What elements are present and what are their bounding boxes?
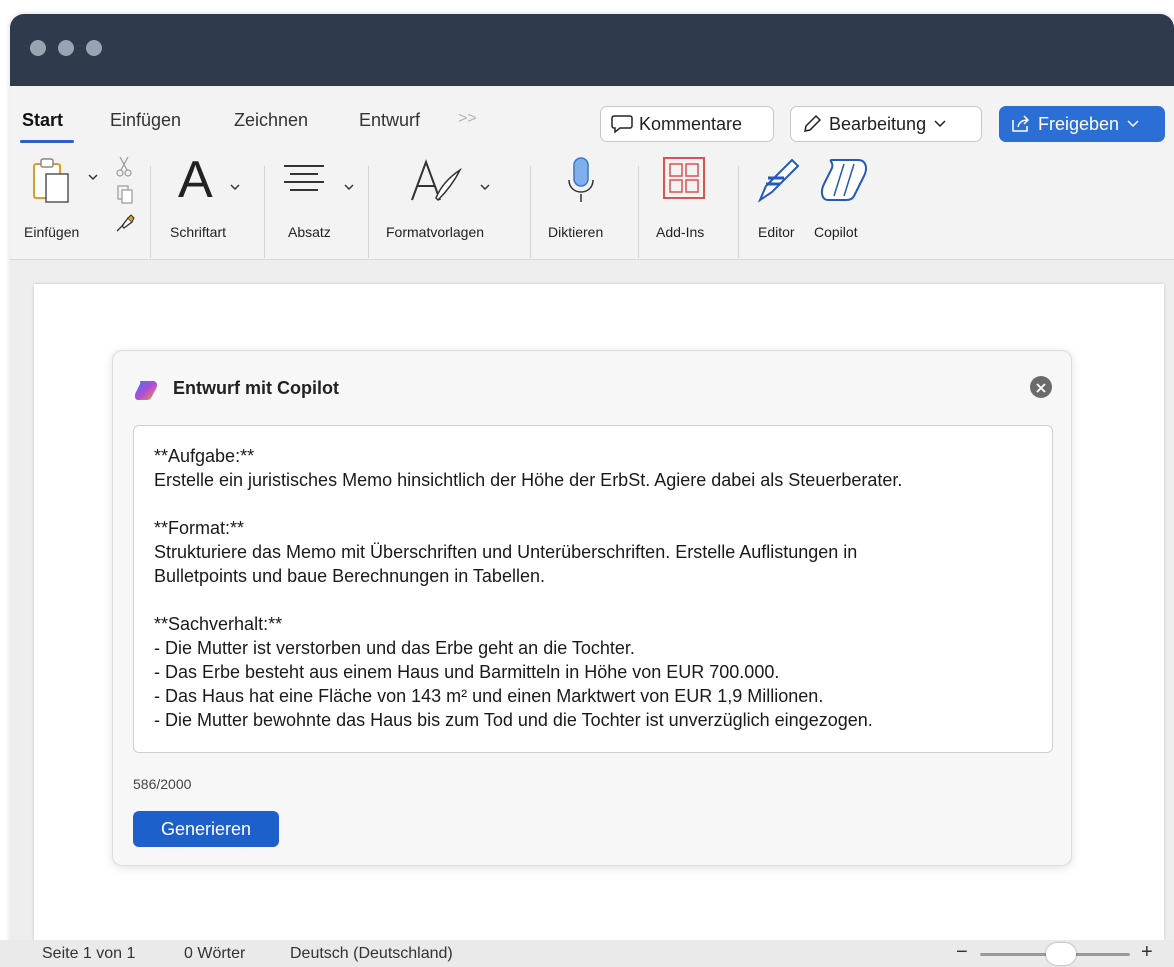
minimize-window-button[interactable] bbox=[58, 40, 74, 56]
chevron-down-icon bbox=[480, 178, 490, 196]
addins-button[interactable]: Add-Ins bbox=[646, 156, 726, 256]
share-icon bbox=[1010, 114, 1032, 134]
chevron-down-icon bbox=[1127, 120, 1139, 128]
generate-button[interactable]: Generieren bbox=[133, 811, 279, 847]
close-icon bbox=[1035, 381, 1047, 399]
paragraph-label: Absatz bbox=[288, 224, 331, 240]
styles-group[interactable]: Formatvorlagen bbox=[380, 156, 516, 256]
fact-item: - Die Mutter ist verstorben und das Erbe… bbox=[154, 638, 635, 658]
chevron-down-icon bbox=[344, 178, 354, 196]
chevron-down-icon bbox=[230, 178, 240, 196]
format-heading: **Format:** bbox=[154, 518, 245, 538]
prompt-textarea[interactable]: **Aufgabe:** Erstelle ein juristisches M… bbox=[133, 425, 1053, 753]
cut-icon[interactable] bbox=[116, 156, 132, 183]
copilot-draft-dialog: Entwurf mit Copilot **Aufgabe:** Erstell… bbox=[112, 350, 1072, 866]
chevron-down-icon[interactable] bbox=[88, 168, 98, 186]
comment-icon bbox=[611, 114, 633, 134]
pencil-icon bbox=[801, 114, 823, 134]
editor-button[interactable]: Editor bbox=[750, 156, 808, 256]
font-label: Schriftart bbox=[170, 224, 227, 240]
font-icon: A bbox=[178, 151, 213, 209]
task-section: **Aufgabe:** Erstelle ein juristisches M… bbox=[154, 444, 1032, 492]
zoom-slider-handle[interactable] bbox=[1046, 943, 1076, 965]
align-center-icon bbox=[282, 162, 326, 203]
ribbon-separator bbox=[530, 166, 531, 258]
addins-icon bbox=[662, 156, 706, 205]
dictate-button[interactable]: Diktieren bbox=[540, 156, 626, 256]
styles-icon bbox=[408, 158, 464, 209]
copy-icon[interactable] bbox=[116, 184, 134, 209]
tab-einfuegen[interactable]: Einfügen bbox=[110, 110, 181, 131]
tab-entwurf[interactable]: Entwurf bbox=[359, 110, 420, 131]
ribbon-separator bbox=[368, 166, 369, 258]
copilot-logo-icon bbox=[133, 379, 159, 406]
character-counter: 586/2000 bbox=[133, 776, 192, 792]
format-text-line: Bulletpoints und baue Berechnungen in Ta… bbox=[154, 566, 545, 586]
ribbon-separator bbox=[738, 166, 739, 258]
zoom-out-button[interactable]: − bbox=[956, 941, 968, 964]
editing-mode-button[interactable]: Bearbeitung bbox=[790, 106, 982, 142]
word-count[interactable]: 0 Wörter bbox=[184, 945, 245, 963]
facts-heading: **Sachverhalt:** bbox=[154, 614, 283, 634]
microphone-icon bbox=[566, 156, 596, 211]
double-chevron-right-icon[interactable]: >> bbox=[458, 110, 477, 128]
paragraph-group[interactable]: Absatz bbox=[274, 156, 370, 256]
ribbon-separator bbox=[150, 166, 151, 258]
ribbon-separator bbox=[264, 166, 265, 258]
ribbon: Start Einfügen Zeichnen Entwurf >> Komme… bbox=[10, 86, 1174, 260]
ribbon-separator bbox=[638, 166, 639, 258]
editor-label: Editor bbox=[758, 224, 795, 240]
comments-label: Kommentare bbox=[639, 113, 743, 134]
close-dialog-button[interactable] bbox=[1030, 376, 1052, 398]
copilot-button[interactable]: Copilot bbox=[812, 156, 882, 256]
dialog-title: Entwurf mit Copilot bbox=[173, 378, 339, 398]
zoom-in-button[interactable]: + bbox=[1141, 941, 1153, 964]
chevron-down-icon bbox=[934, 120, 946, 128]
font-group[interactable]: A Schriftart bbox=[166, 151, 256, 256]
format-painter-icon[interactable] bbox=[114, 212, 136, 239]
fact-item: - Das Erbe besteht aus einem Haus und Ba… bbox=[154, 662, 780, 682]
share-label: Freigeben bbox=[1038, 113, 1120, 134]
page-count[interactable]: Seite 1 von 1 bbox=[42, 945, 135, 963]
task-text: Erstelle ein juristisches Memo hinsichtl… bbox=[154, 470, 903, 490]
comments-button[interactable]: Kommentare bbox=[600, 106, 774, 142]
fact-item: - Das Haus hat eine Fläche von 143 m² un… bbox=[154, 686, 824, 706]
ribbon-tabs: Start Einfügen Zeichnen Entwurf >> Komme… bbox=[10, 86, 1174, 143]
title-bar bbox=[10, 14, 1174, 86]
addins-label: Add-Ins bbox=[656, 224, 705, 240]
fact-item: - Die Mutter bewohnte das Haus bis zum T… bbox=[154, 710, 873, 730]
status-bar: Seite 1 von 1 0 Wörter Deutsch (Deutschl… bbox=[0, 940, 1174, 967]
clipboard-icon[interactable] bbox=[30, 156, 78, 213]
editor-icon bbox=[756, 156, 802, 209]
language-indicator[interactable]: Deutsch (Deutschland) bbox=[290, 945, 453, 963]
active-tab-indicator bbox=[20, 140, 74, 143]
facts-section: **Sachverhalt:** - Die Mutter ist versto… bbox=[154, 612, 1032, 732]
share-button[interactable]: Freigeben bbox=[999, 106, 1165, 142]
copilot-icon bbox=[818, 156, 870, 209]
format-text-line: Strukturiere das Memo mit Überschriften … bbox=[154, 542, 858, 562]
close-window-button[interactable] bbox=[30, 40, 46, 56]
format-section: **Format:** Strukturiere das Memo mit Üb… bbox=[154, 516, 1032, 588]
tab-zeichnen[interactable]: Zeichnen bbox=[234, 110, 308, 131]
tab-start[interactable]: Start bbox=[22, 110, 63, 131]
copilot-label: Copilot bbox=[814, 224, 858, 240]
editing-label: Bearbeitung bbox=[829, 113, 927, 134]
task-heading: **Aufgabe:** bbox=[154, 446, 255, 466]
paste-group: Einfügen bbox=[20, 156, 140, 256]
dictate-label: Diktieren bbox=[548, 224, 604, 240]
paste-label[interactable]: Einfügen bbox=[24, 224, 79, 240]
zoom-window-button[interactable] bbox=[86, 40, 102, 56]
styles-label: Formatvorlagen bbox=[386, 224, 485, 240]
